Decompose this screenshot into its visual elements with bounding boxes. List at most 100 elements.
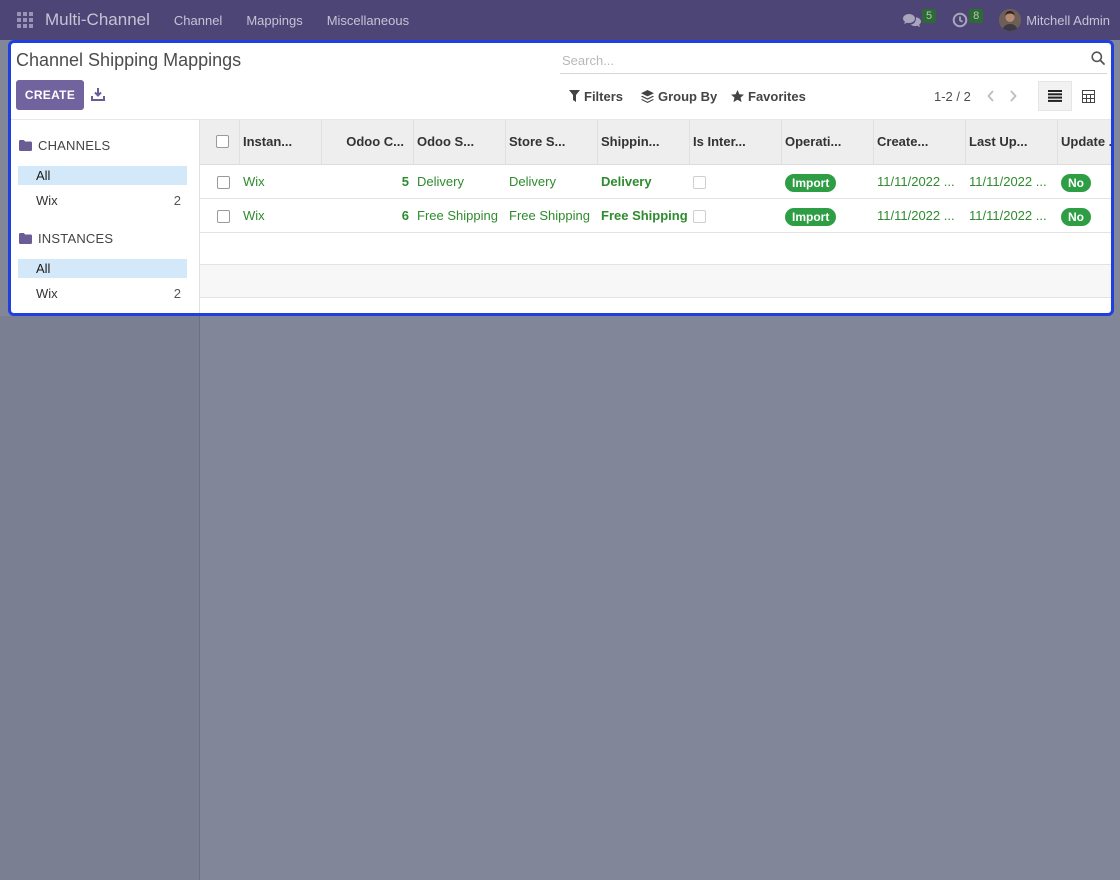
cell-is-international-checkbox — [693, 210, 706, 223]
cell-odoo-carrier-id: 5 — [401, 174, 409, 189]
column-header-create-date[interactable]: Create... — [874, 120, 966, 165]
cell-odoo-shipping: Delivery — [417, 174, 464, 189]
user-menu[interactable]: Mitchell Admin — [999, 9, 1110, 31]
star-icon — [731, 89, 744, 102]
table-view-icon — [1081, 89, 1095, 103]
folder-icon — [19, 140, 32, 151]
cell-last-update: 11/11/2022 ... — [969, 174, 1047, 189]
cell-odoo-shipping: Free Shipping — [417, 208, 498, 223]
channels-section-header: CHANNELS — [19, 138, 110, 153]
column-header-operation[interactable]: Operati... — [782, 120, 874, 165]
column-header-shipping[interactable]: Shippin... — [598, 120, 690, 165]
cell-operation: Import — [782, 165, 874, 199]
menu-mappings[interactable]: Mappings — [234, 13, 314, 28]
cell-update: No — [1058, 199, 1111, 233]
cell-create-date: 11/11/2022 ... — [877, 208, 955, 223]
channel-filter-wix[interactable]: Wix 2 — [18, 191, 187, 210]
channel-filter-wix-count: 2 — [173, 193, 181, 208]
cell-shipping: Delivery — [601, 174, 652, 189]
channels-section-title: CHANNELS — [38, 138, 111, 153]
cell-store-shipping: Delivery — [509, 174, 556, 189]
pager-previous-icon[interactable] — [986, 89, 1000, 105]
search-panel-backdrop — [0, 316, 200, 880]
favorites-label: Favorites — [748, 88, 806, 104]
table-footer — [200, 265, 1111, 298]
cell-instance: Wix — [243, 208, 265, 223]
download-icon[interactable] — [91, 87, 107, 103]
search-icon[interactable] — [1091, 51, 1107, 67]
list-view: Instan... Odoo C... Odoo S... Store S...… — [200, 119, 1111, 313]
cell-instance: Wix — [243, 174, 265, 189]
instance-filter-wix-count: 2 — [173, 286, 181, 301]
cell-store-shipping: Free Shipping — [509, 208, 590, 223]
column-header-last-update[interactable]: Last Up... — [966, 120, 1058, 165]
operation-badge: Import — [785, 207, 837, 226]
pager-next-icon[interactable] — [1008, 89, 1022, 105]
instance-filter-wix-label: Wix — [36, 286, 58, 301]
filters-button[interactable]: Filters — [569, 87, 623, 105]
column-header-odoo-carrier-id[interactable]: Odoo C... — [322, 120, 414, 165]
cell-operation: Import — [782, 199, 874, 233]
instances-section-header: INSTANCES — [19, 231, 113, 246]
user-name: Mitchell Admin — [1026, 12, 1110, 28]
messages-menu[interactable]: 5 — [902, 9, 937, 28]
pager-value[interactable]: 1-2 / 2 — [934, 89, 971, 104]
activities-menu[interactable]: 8 — [952, 9, 984, 28]
column-header-odoo-shipping[interactable]: Odoo S... — [414, 120, 506, 165]
top-navbar: Multi-Channel Channel Mappings Miscellan… — [0, 0, 1120, 40]
row-checkbox[interactable] — [217, 210, 230, 223]
group-by-label: Group By — [658, 88, 718, 104]
create-button[interactable]: CREATE — [16, 80, 84, 110]
search-bar — [560, 48, 1107, 74]
group-by-button[interactable]: Group By — [641, 87, 717, 105]
folder-icon — [19, 233, 32, 244]
chat-icon — [902, 14, 921, 27]
column-header-instance[interactable]: Instan... — [240, 120, 322, 165]
cell-odoo-carrier-id: 6 — [401, 208, 409, 223]
cell-shipping: Free Shipping — [601, 208, 688, 223]
list-view-icon — [1048, 90, 1062, 102]
favorites-button[interactable]: Favorites — [731, 87, 806, 105]
update-badge: No — [1061, 207, 1091, 226]
instance-filter-all[interactable]: All — [18, 259, 187, 278]
highlighted-view-panel: Channel Shipping Mappings CREATE Filters — [8, 40, 1114, 316]
row-checkbox[interactable] — [217, 176, 230, 189]
table-row[interactable]: Wix 6 Free Shipping Free Shipping Free S… — [200, 199, 1111, 233]
table-header: Instan... Odoo C... Odoo S... Store S...… — [200, 120, 1111, 165]
menu-channel[interactable]: Channel — [162, 13, 234, 28]
select-all-cell — [200, 120, 240, 165]
app-brand[interactable]: Multi-Channel — [45, 10, 150, 30]
empty-table-row — [200, 233, 1111, 265]
activities-count-badge: 8 — [969, 9, 984, 23]
apps-menu-icon[interactable] — [15, 10, 35, 30]
instances-section-title: INSTANCES — [38, 231, 114, 246]
clock-icon — [952, 12, 968, 28]
user-avatar — [999, 9, 1022, 31]
cell-is-international-checkbox — [693, 176, 706, 189]
control-panel: Channel Shipping Mappings CREATE Filters — [11, 43, 1111, 119]
column-header-is-international[interactable]: Is Inter... — [690, 120, 782, 165]
page-title: Channel Shipping Mappings — [16, 50, 242, 70]
table-row[interactable]: Wix 5 Delivery Delivery Delivery Import … — [200, 165, 1111, 199]
filter-icon — [569, 90, 580, 102]
cell-update: No — [1058, 165, 1111, 199]
channel-filter-wix-label: Wix — [36, 193, 58, 208]
search-input[interactable] — [562, 50, 1062, 70]
channel-filter-all[interactable]: All — [18, 166, 187, 185]
operation-badge: Import — [785, 173, 837, 192]
search-panel: CHANNELS All Wix 2 INSTANCES All Wix 2 — [11, 119, 200, 313]
instance-filter-wix[interactable]: Wix 2 — [18, 284, 187, 303]
list-view-button[interactable] — [1038, 81, 1072, 111]
update-badge: No — [1061, 173, 1091, 192]
messages-count-badge: 5 — [921, 9, 937, 23]
pivot-view-button[interactable] — [1071, 81, 1105, 111]
layers-icon — [641, 89, 654, 103]
instance-filter-all-label: All — [36, 261, 51, 276]
column-header-store-shipping[interactable]: Store S... — [506, 120, 598, 165]
cell-create-date: 11/11/2022 ... — [877, 174, 955, 189]
menu-miscellaneous[interactable]: Miscellaneous — [315, 13, 421, 28]
cell-last-update: 11/11/2022 ... — [969, 208, 1047, 223]
column-header-update[interactable]: Update ... — [1058, 120, 1111, 165]
select-all-checkbox[interactable] — [216, 135, 229, 148]
channel-filter-all-label: All — [36, 168, 51, 183]
